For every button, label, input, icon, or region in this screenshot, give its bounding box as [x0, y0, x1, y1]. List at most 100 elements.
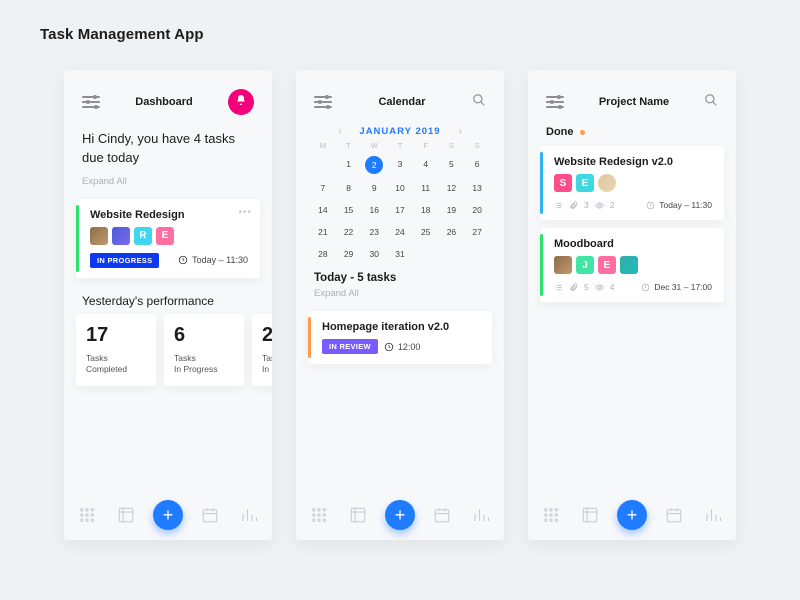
clock-icon: [641, 283, 650, 292]
add-button[interactable]: +: [153, 500, 183, 530]
screen-title: Project Name: [599, 96, 669, 108]
calendar-day[interactable]: 28: [310, 246, 336, 262]
more-icon[interactable]: •••: [238, 207, 252, 218]
performance-stats: 17 TasksCompleted 6 TasksIn Progress 2 T…: [64, 314, 272, 386]
calendar-day[interactable]: 7: [310, 180, 336, 196]
stat-card[interactable]: 2 TasksIn Rev: [252, 314, 272, 386]
calendar-dow: W: [361, 141, 387, 150]
clock-icon: [384, 342, 394, 352]
avatar[interactable]: E: [576, 174, 594, 192]
task-card[interactable]: Website Redesign v2.0 S E 3 2 Today – 11…: [540, 146, 724, 220]
calendar-day[interactable]: 14: [310, 202, 336, 218]
calendar-day[interactable]: 18: [413, 202, 439, 218]
nav-chart-icon[interactable]: [238, 504, 260, 526]
calendar-day[interactable]: 21: [310, 224, 336, 240]
calendar-day[interactable]: 13: [464, 180, 490, 196]
nav-chart-icon[interactable]: [470, 504, 492, 526]
calendar-day[interactable]: 25: [413, 224, 439, 240]
nav-list-icon[interactable]: [115, 504, 137, 526]
calendar-dow: S: [439, 141, 465, 150]
avatar[interactable]: J: [576, 256, 594, 274]
nav-grid-icon[interactable]: [76, 504, 98, 526]
calendar-day[interactable]: 15: [336, 202, 362, 218]
calendar-day[interactable]: 27: [464, 224, 490, 240]
stat-label: TasksCompleted: [86, 353, 146, 375]
calendar-day[interactable]: 20: [464, 202, 490, 218]
status-badge: IN REVIEW: [322, 339, 378, 354]
task-title: Website Redesign v2.0: [554, 156, 712, 168]
calendar-day[interactable]: 19: [439, 202, 465, 218]
nav-grid-icon[interactable]: [308, 504, 330, 526]
avatar[interactable]: [598, 174, 616, 192]
calendar-dow: F: [413, 141, 439, 150]
calendar-day: [310, 156, 336, 174]
avatar[interactable]: [112, 227, 130, 245]
done-section-header[interactable]: Done: [528, 116, 736, 142]
stat-card[interactable]: 17 TasksCompleted: [76, 314, 156, 386]
calendar-day[interactable]: 31: [387, 246, 413, 262]
calendar-day[interactable]: 1: [336, 156, 362, 174]
task-card[interactable]: Homepage iteration v2.0 IN REVIEW 12:00: [308, 311, 492, 364]
screen-title: Calendar: [378, 96, 425, 108]
add-button[interactable]: +: [385, 500, 415, 530]
search-button[interactable]: [704, 93, 718, 112]
nav-list-icon[interactable]: [579, 504, 601, 526]
nav-list-icon[interactable]: [347, 504, 369, 526]
avatar[interactable]: [554, 256, 572, 274]
calendar-day[interactable]: 16: [361, 202, 387, 218]
stat-card[interactable]: 6 TasksIn Progress: [164, 314, 244, 386]
nav-calendar-icon[interactable]: [663, 504, 685, 526]
nav-grid-icon[interactable]: [540, 504, 562, 526]
calendar-day[interactable]: 26: [439, 224, 465, 240]
notification-button[interactable]: [228, 89, 254, 115]
screen-title: Dashboard: [135, 96, 192, 108]
next-month-button[interactable]: ›: [459, 126, 462, 137]
calendar-day[interactable]: 2: [365, 156, 383, 174]
expand-all-link[interactable]: Expand All: [64, 168, 272, 195]
status-stripe: [308, 317, 311, 358]
calendar-day[interactable]: 6: [464, 156, 490, 174]
search-icon: [472, 93, 486, 107]
task-card[interactable]: ••• Website Redesign R E IN PROGRESS Tod…: [76, 199, 260, 278]
avatar[interactable]: [90, 227, 108, 245]
calendar-day[interactable]: 29: [336, 246, 362, 262]
calendar-day[interactable]: 30: [361, 246, 387, 262]
expand-all-link[interactable]: Expand All: [296, 286, 504, 307]
task-card[interactable]: Moodboard J E 5 4 Dec 31 – 17:00: [540, 228, 724, 302]
bell-icon: [235, 93, 247, 111]
filter-icon[interactable]: [546, 95, 564, 109]
calendar-day[interactable]: 8: [336, 180, 362, 196]
calendar-day[interactable]: 9: [361, 180, 387, 196]
avatar[interactable]: [620, 256, 638, 274]
calendar-day[interactable]: 10: [387, 180, 413, 196]
status-stripe: [540, 234, 543, 296]
search-button[interactable]: [472, 93, 486, 112]
prev-month-button[interactable]: ‹: [338, 126, 341, 137]
attachment-icon: [569, 201, 578, 210]
nav-calendar-icon[interactable]: [431, 504, 453, 526]
month-label: JANUARY 2019: [359, 126, 440, 137]
avatar[interactable]: E: [156, 227, 174, 245]
page-title: Task Management App: [40, 26, 204, 43]
search-icon: [704, 93, 718, 107]
calendar-day[interactable]: 23: [361, 224, 387, 240]
calendar-dow: S: [464, 141, 490, 150]
calendar-day[interactable]: 4: [413, 156, 439, 174]
nav-calendar-icon[interactable]: [199, 504, 221, 526]
avatar[interactable]: S: [554, 174, 572, 192]
calendar-day[interactable]: 5: [439, 156, 465, 174]
nav-chart-icon[interactable]: [702, 504, 724, 526]
filter-icon[interactable]: [314, 95, 332, 109]
calendar-day[interactable]: 3: [387, 156, 413, 174]
calendar-day[interactable]: 12: [439, 180, 465, 196]
list-icon: [554, 283, 563, 292]
avatar[interactable]: R: [134, 227, 152, 245]
add-button[interactable]: +: [617, 500, 647, 530]
calendar-day[interactable]: 22: [336, 224, 362, 240]
calendar-day[interactable]: 11: [413, 180, 439, 196]
filter-icon[interactable]: [82, 95, 100, 109]
bottom-nav: +: [296, 500, 504, 530]
calendar-day[interactable]: 17: [387, 202, 413, 218]
calendar-day[interactable]: 24: [387, 224, 413, 240]
avatar[interactable]: E: [598, 256, 616, 274]
